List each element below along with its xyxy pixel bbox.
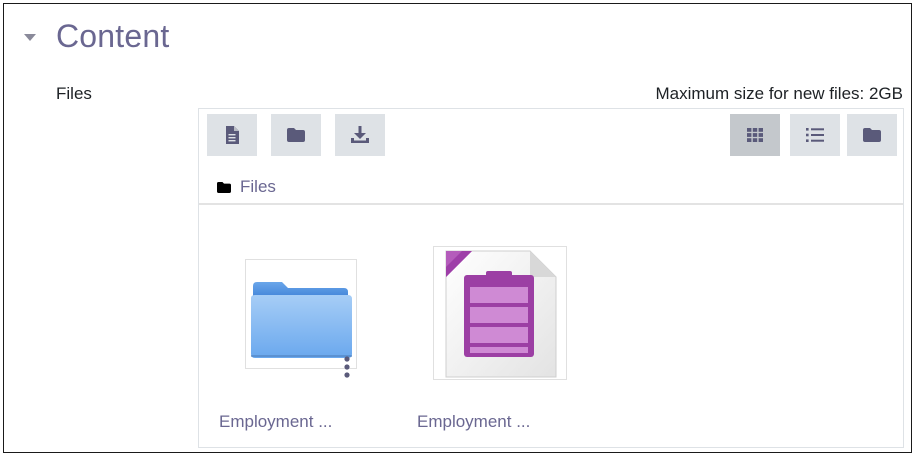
file-manager-toolbar: Files <box>199 109 903 205</box>
download-icon <box>351 126 369 143</box>
file-name[interactable]: Employment ... <box>417 412 530 432</box>
list-view-icon <box>806 128 824 142</box>
add-file-icon <box>226 126 239 144</box>
folder-icon <box>251 282 352 358</box>
grid-view-button[interactable] <box>730 114 780 156</box>
files-field-label: Files <box>56 84 92 103</box>
breadcrumb: Files <box>217 177 276 197</box>
download-all-button[interactable] <box>335 114 385 156</box>
section-header[interactable]: Content <box>24 18 169 55</box>
breadcrumb-files-link[interactable]: Files <box>240 177 276 197</box>
tree-view-button[interactable] <box>847 114 897 156</box>
file-thumbnail <box>433 246 567 380</box>
create-folder-icon <box>287 128 305 142</box>
section-title[interactable]: Content <box>56 18 169 55</box>
create-folder-button[interactable] <box>271 114 321 156</box>
folder-icon <box>217 181 231 193</box>
file-item-database[interactable]: Employment ... <box>417 246 573 441</box>
collapse-caret-icon[interactable] <box>24 34 36 41</box>
database-file-icon <box>445 250 557 378</box>
max-file-size-text: Maximum size for new files: 2GB <box>655 84 903 103</box>
file-manager: Files Employment ... Employment ... <box>198 108 904 448</box>
more-options-icon[interactable] <box>344 356 350 378</box>
tree-view-icon <box>863 128 881 142</box>
content-section: Content Files Maximum size for new files… <box>3 3 912 453</box>
file-item-folder[interactable]: Employment ... <box>219 259 363 439</box>
grid-view-icon <box>747 128 763 142</box>
file-name[interactable]: Employment ... <box>219 412 332 432</box>
list-view-button[interactable] <box>790 114 840 156</box>
add-file-button[interactable] <box>207 114 257 156</box>
file-thumbnail <box>245 259 357 378</box>
